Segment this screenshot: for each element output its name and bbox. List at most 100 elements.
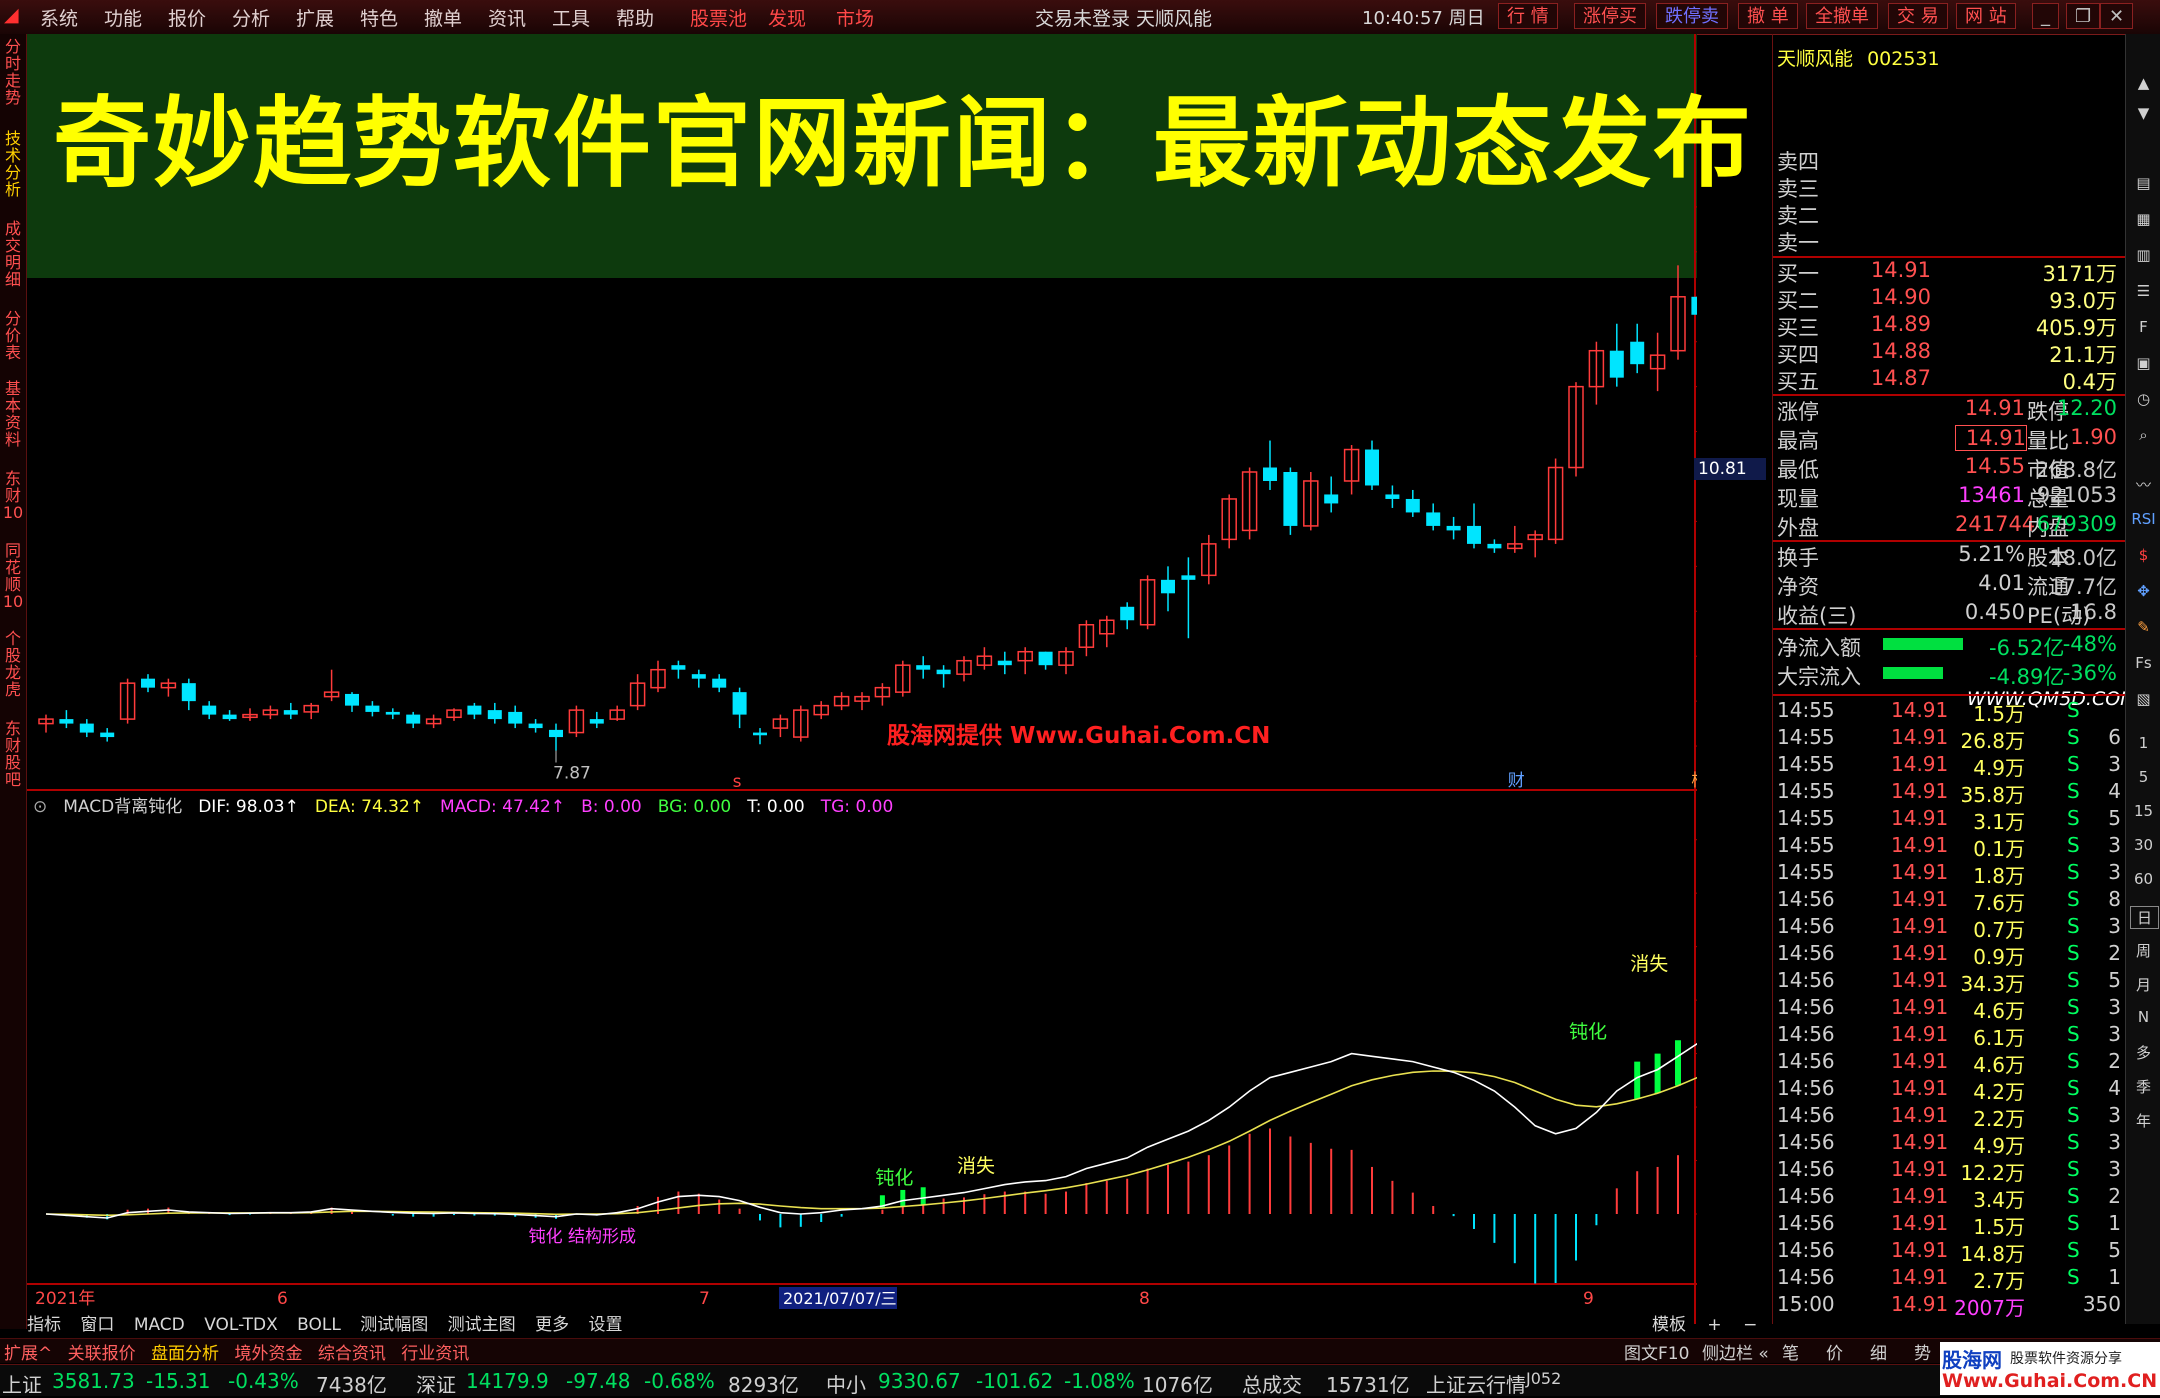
tick-row[interactable]: 14:56 14.91 3.4万 S 2	[1777, 1184, 2121, 1212]
ext-tab-foreign[interactable]: 境外资金	[234, 1344, 302, 1364]
tick-row[interactable]: 14:55 14.91 35.8万 S 4	[1777, 779, 2121, 807]
btn-trade[interactable]: 交 易	[1888, 3, 1948, 29]
btn-limit-up-buy[interactable]: 涨停买	[1574, 3, 1646, 29]
app-logo-icon[interactable]: ◢	[4, 4, 19, 26]
tab-dragon-tiger[interactable]: 个股龙虎	[2, 630, 24, 698]
bar-icon[interactable]: ▥	[2130, 246, 2157, 264]
ext-tab-related[interactable]: 关联报价	[68, 1344, 136, 1364]
menu-discover[interactable]: 发现	[768, 4, 806, 31]
tick-row[interactable]: 14:56 14.91 0.9万 S 2	[1777, 941, 2121, 969]
tick-row[interactable]: 14:55 14.91 1.5万 S	[1777, 698, 2121, 726]
tick-row[interactable]: 14:56 14.91 2.7万 S 1	[1777, 1265, 2121, 1293]
tick-row[interactable]: 14:56 14.91 34.3万 S 5	[1777, 968, 2121, 996]
pen-icon[interactable]: ✎	[2130, 618, 2157, 636]
tab-technical[interactable]: 技术分析	[2, 130, 24, 198]
tab-intraday[interactable]: 分时走势	[2, 38, 24, 106]
tool-tab-test-main[interactable]: 测试主图	[448, 1315, 516, 1335]
menu-stock-pool[interactable]: 股票池	[690, 4, 747, 31]
ext-tab-news[interactable]: 综合资讯	[318, 1344, 386, 1364]
fs-icon[interactable]: Fs	[2130, 654, 2157, 672]
tick-row[interactable]: 14:56 14.91 14.8万 S 5	[1777, 1238, 2121, 1266]
tab-deal-detail[interactable]: 成交明细	[2, 220, 24, 288]
menu-analysis[interactable]: 分析	[232, 4, 270, 31]
sell-3[interactable]: 卖三	[1777, 173, 2121, 201]
money-icon[interactable]: $	[2130, 546, 2157, 564]
sell-2[interactable]: 卖二	[1777, 200, 2121, 228]
period-60m[interactable]: 60	[2130, 870, 2157, 888]
ext-tab-industry[interactable]: 行业资讯	[401, 1344, 469, 1364]
restore-icon[interactable]: ❐	[2066, 3, 2101, 29]
tab-stock-forum[interactable]: 东财股吧	[2, 720, 24, 788]
tab-fundamentals[interactable]: 基本资料	[2, 380, 24, 448]
grid-icon[interactable]: ▣	[2130, 354, 2157, 372]
zx-label[interactable]: 中小	[826, 1369, 866, 1398]
tool-tab-macd[interactable]: MACD	[134, 1315, 185, 1335]
tick-row[interactable]: 14:56 14.91 12.2万 S 3	[1777, 1157, 2121, 1185]
toolbar-icon[interactable]: ▤	[2130, 174, 2157, 192]
tick-row[interactable]: 15:00 14.91 2007万 350	[1777, 1292, 2121, 1320]
tick-row[interactable]: 14:56 14.91 6.1万 S 3	[1777, 1022, 2121, 1050]
btn-cancel[interactable]: 撤 单	[1738, 3, 1798, 29]
tick-row[interactable]: 14:56 14.91 4.9万 S 3	[1777, 1130, 2121, 1158]
search-icon[interactable]: ⌕	[2130, 426, 2157, 444]
sz-label[interactable]: 深证	[416, 1369, 456, 1398]
buy-1[interactable]: 买一 14.91 3171万	[1777, 258, 2121, 286]
menu-system[interactable]: 系统	[40, 4, 78, 31]
down-arrow-icon[interactable]: ▼	[2130, 104, 2157, 122]
tick-row[interactable]: 14:56 14.91 1.5万 S 1	[1777, 1211, 2121, 1239]
clock-icon[interactable]: ◷	[2130, 390, 2157, 408]
zoom-in-button[interactable]: +	[1707, 1315, 1721, 1335]
tab-price-table[interactable]: 分价表	[2, 310, 24, 361]
up-arrow-icon[interactable]: ▲	[2130, 74, 2157, 92]
ext-detail[interactable]: 细	[1870, 1339, 1887, 1364]
period-5m[interactable]: 5	[2130, 768, 2157, 786]
cloud-quote[interactable]: 上证云行情	[1426, 1369, 1526, 1398]
period-multi[interactable]: 多	[2130, 1042, 2157, 1063]
sell-1[interactable]: 卖一	[1777, 227, 2121, 255]
menu-tools[interactable]: 工具	[552, 4, 590, 31]
period-30m[interactable]: 30	[2130, 836, 2157, 854]
f10-icon[interactable]: F	[2130, 318, 2157, 336]
menu-quote[interactable]: 报价	[168, 4, 206, 31]
menu-market[interactable]: 市场	[836, 4, 874, 31]
period-year[interactable]: 年	[2130, 1110, 2157, 1131]
menu-cancel-order[interactable]: 撤单	[424, 4, 462, 31]
tick-row[interactable]: 14:56 14.91 7.6万 S 8	[1777, 887, 2121, 915]
period-month[interactable]: 月	[2130, 974, 2157, 995]
tick-row[interactable]: 14:55 14.91 1.8万 S 3	[1777, 860, 2121, 888]
tick-row[interactable]: 14:56 14.91 4.6万 S 2	[1777, 1049, 2121, 1077]
buy-4[interactable]: 买四 14.88 21.1万	[1777, 339, 2121, 367]
period-week[interactable]: 周	[2130, 940, 2157, 961]
menu-help[interactable]: 帮助	[616, 4, 654, 31]
menu-news[interactable]: 资讯	[488, 4, 526, 31]
tick-row[interactable]: 14:55 14.91 4.9万 S 3	[1777, 752, 2121, 780]
list-icon[interactable]: ☰	[2130, 282, 2157, 300]
period-quarter[interactable]: 季	[2130, 1076, 2157, 1097]
period-15m[interactable]: 15	[2130, 802, 2157, 820]
chart-canvas[interactable]: 14.0013.5013.0012.5012.0011.5011.0010.50…	[27, 34, 1697, 1324]
ext-tab-extend[interactable]: 扩展^	[4, 1344, 52, 1364]
zoom-out-button[interactable]: −	[1743, 1315, 1757, 1335]
period-day[interactable]: 日	[2130, 906, 2159, 929]
btn-cancel-all[interactable]: 全撤单	[1806, 3, 1878, 29]
tick-row[interactable]: 14:55 14.91 26.8万 S 6	[1777, 725, 2121, 753]
menu-extend[interactable]: 扩展	[296, 4, 334, 31]
btn-limit-down-sell[interactable]: 跌停卖	[1656, 3, 1728, 29]
menu-feature[interactable]: 特色	[360, 4, 398, 31]
tool-tab-more[interactable]: 更多	[535, 1315, 569, 1335]
move-icon[interactable]: ✥	[2130, 582, 2157, 600]
ext-f10[interactable]: 图文F10	[1624, 1339, 1689, 1364]
tick-row[interactable]: 14:56 14.91 4.2万 S 4	[1777, 1076, 2121, 1104]
tab-tonghuashun[interactable]: 同花顺10	[2, 542, 24, 610]
template-button[interactable]: 模板	[1652, 1315, 1686, 1335]
tick-row[interactable]: 14:55 14.91 0.1万 S 3	[1777, 833, 2121, 861]
line-chart-icon[interactable]: 〰	[2130, 474, 2157, 495]
ext-trend[interactable]: 势	[1914, 1339, 1931, 1364]
tool-tab-boll[interactable]: BOLL	[297, 1315, 341, 1335]
sh-label[interactable]: 上证	[2, 1369, 42, 1398]
tick-row[interactable]: 14:56 14.91 2.2万 S 3	[1777, 1103, 2121, 1131]
ext-sidebar[interactable]: 侧边栏 «	[1702, 1339, 1769, 1364]
minimize-icon[interactable]: _	[2032, 3, 2059, 29]
sell-4[interactable]: 卖四	[1777, 146, 2121, 174]
period-n[interactable]: N	[2130, 1008, 2157, 1026]
